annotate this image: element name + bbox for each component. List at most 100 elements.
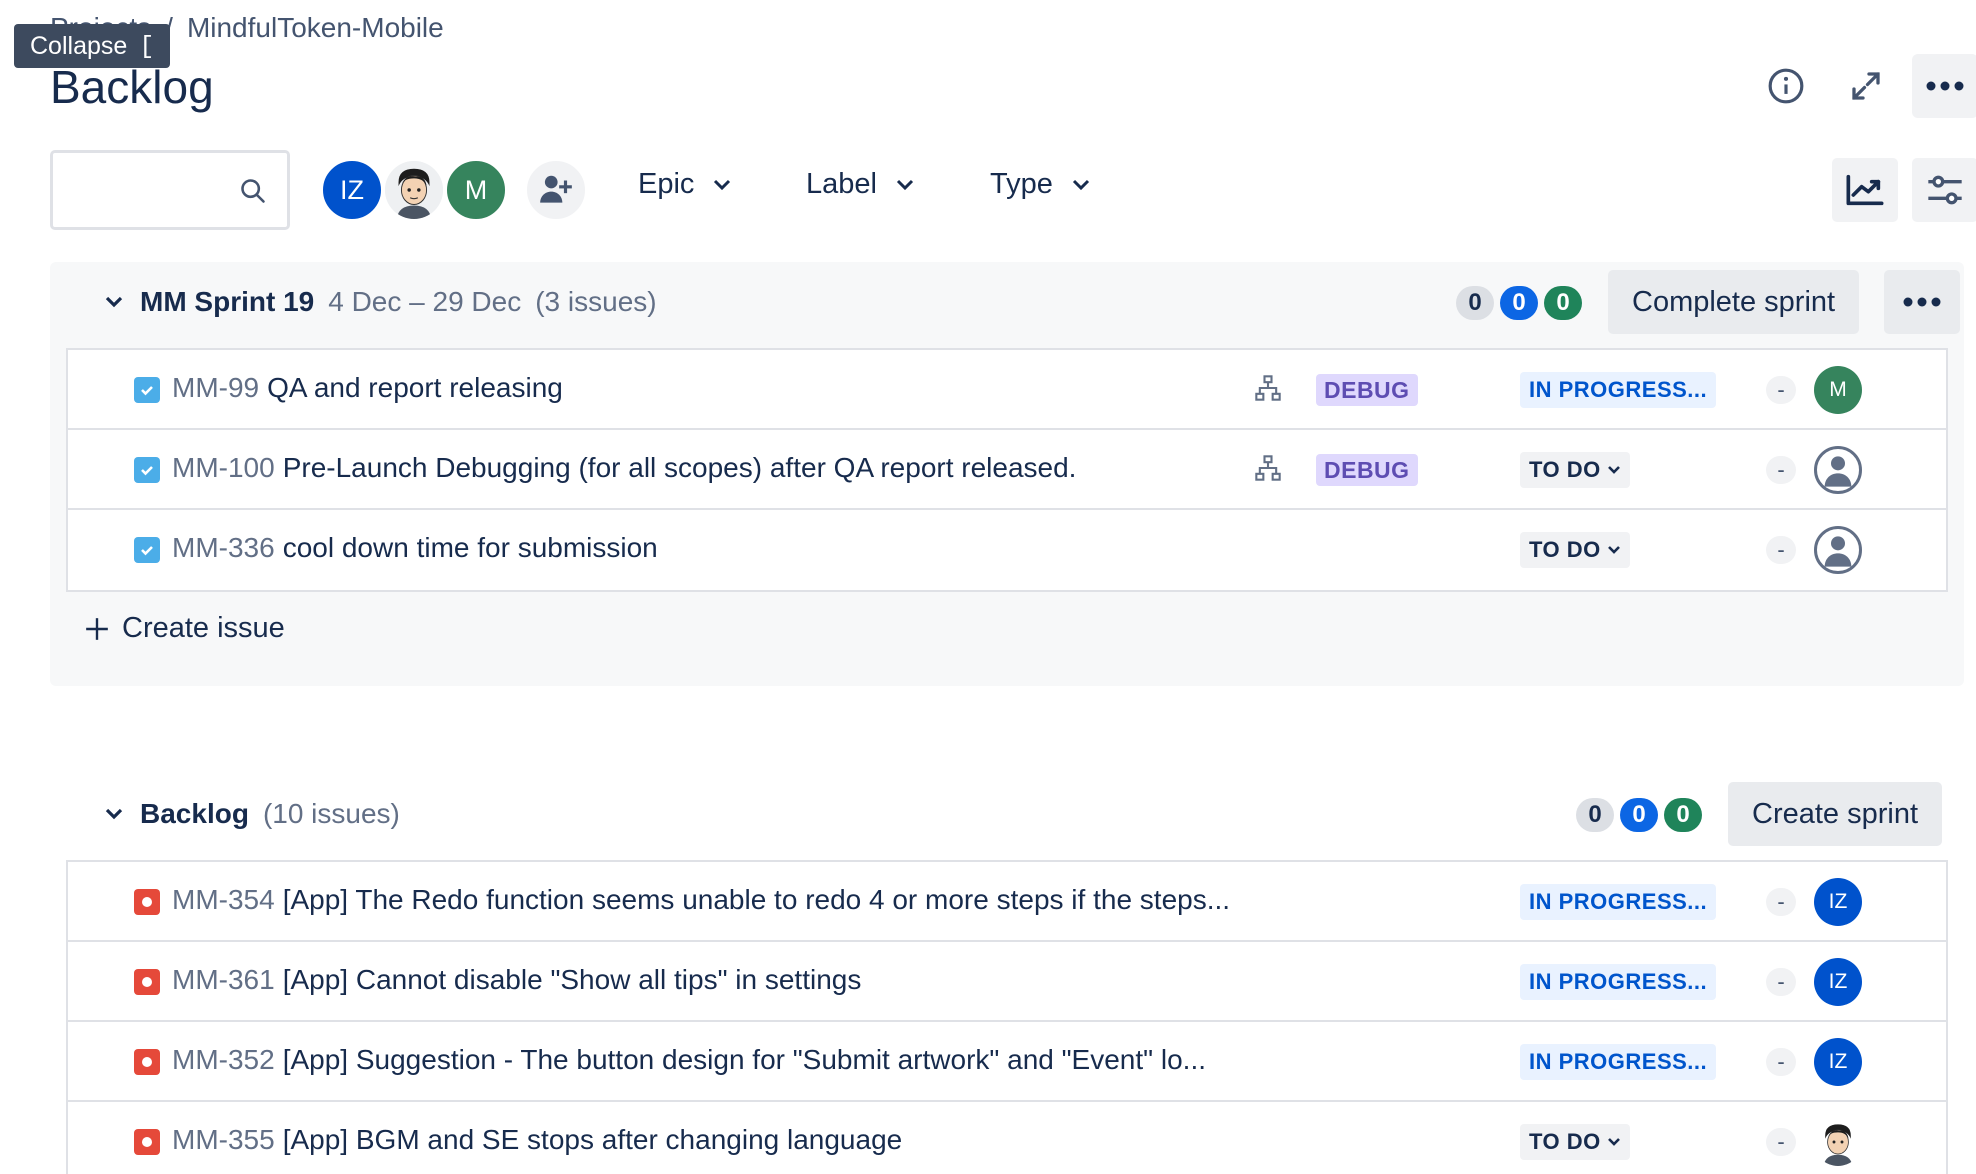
estimate-badge[interactable]: - [1766, 888, 1796, 916]
status-label: IN PROGRESS... [1529, 1049, 1708, 1074]
epic-lozenge[interactable]: DEBUG [1316, 454, 1418, 486]
issue-row[interactable]: MM-354 [App] The Redo function seems unab… [68, 862, 1946, 942]
fullscreen-button[interactable] [1836, 56, 1896, 116]
estimate-badge[interactable]: - [1766, 536, 1796, 564]
assignee-avatar[interactable]: IZ [1814, 878, 1862, 926]
issue-row[interactable]: MM-352 [App] Suggestion - The button desi… [68, 1022, 1946, 1102]
done-count-badge: 0 [1664, 798, 1702, 832]
todo-count-badge: 0 [1456, 286, 1494, 320]
backlog-header[interactable]: Backlog (10 issues) [102, 798, 400, 830]
info-button[interactable] [1756, 56, 1816, 116]
child-issues-icon[interactable] [1254, 374, 1282, 407]
in-progress-count-badge: 0 [1500, 286, 1538, 320]
issue-key[interactable]: MM-361 [172, 964, 275, 995]
create-sprint-button[interactable]: Create sprint [1728, 782, 1943, 846]
estimate-badge[interactable]: - [1766, 968, 1796, 996]
issue-title: [App] Cannot disable "Show all tips" in … [282, 964, 862, 995]
estimate-badge[interactable]: - [1766, 376, 1796, 404]
estimate-badge[interactable]: - [1766, 1128, 1796, 1156]
issue-row[interactable]: MM-336 cool down time for submission TO D… [68, 510, 1946, 590]
task-type-icon [134, 377, 160, 403]
status-dropdown[interactable]: IN PROGRESS... [1520, 372, 1717, 408]
tooltip-shortcut: [ [139, 31, 155, 61]
create-issue-label: Create issue [122, 612, 285, 644]
sprint-issue-list: MM-99 QA and report releasing DEBUG IN PR… [66, 348, 1948, 592]
view-settings-button[interactable] [1912, 158, 1976, 222]
in-progress-count-badge: 0 [1620, 798, 1658, 832]
status-dropdown[interactable]: IN PROGRESS... [1520, 964, 1717, 1000]
avatar-filter-m[interactable]: M [444, 158, 508, 222]
page-title: Backlog [50, 61, 214, 113]
user-photo-icon [385, 161, 443, 219]
person-icon [1824, 536, 1852, 567]
sprint-header[interactable]: MM Sprint 19 4 Dec – 29 Dec (3 issues) [102, 286, 657, 318]
backlog-name: Backlog [140, 798, 249, 829]
chevron-down-icon [714, 179, 731, 190]
chevron-down-icon [1072, 179, 1089, 190]
sprint-status-counts: 0 0 0 [1456, 286, 1582, 320]
issue-key[interactable]: MM-352 [172, 1044, 275, 1075]
assignee-avatar[interactable]: IZ [1814, 958, 1862, 1006]
more-actions-button[interactable] [1912, 54, 1976, 118]
sprint-dates: 4 Dec – 29 Dec [328, 286, 522, 317]
epic-lozenge[interactable]: DEBUG [1316, 374, 1418, 406]
type-filter-label: Type [990, 168, 1053, 200]
bug-type-icon [134, 969, 160, 995]
status-dropdown[interactable]: IN PROGRESS... [1520, 1044, 1717, 1080]
assignee-avatar[interactable] [1814, 1118, 1862, 1166]
user-photo-icon [1814, 1118, 1862, 1166]
tooltip-label: Collapse [30, 31, 128, 60]
label-filter-label: Label [806, 168, 877, 200]
issue-row[interactable]: MM-355 [App] BGM and SE stops after chang… [68, 1102, 1946, 1174]
insights-button[interactable] [1832, 158, 1898, 222]
epic-filter-dropdown[interactable]: Epic [638, 168, 732, 201]
info-icon [1768, 68, 1804, 104]
search-input[interactable] [50, 150, 290, 230]
plus-icon [86, 617, 108, 640]
issue-key[interactable]: MM-354 [172, 884, 275, 915]
sliders-icon [1928, 175, 1962, 205]
chevron-down-icon[interactable] [102, 802, 126, 826]
status-dropdown[interactable]: IN PROGRESS... [1520, 884, 1717, 920]
issue-title: [App] BGM and SE stops after changing la… [282, 1124, 903, 1155]
avatar-filter-photo[interactable] [382, 158, 446, 222]
add-person-icon [540, 175, 572, 203]
assignee-avatar[interactable]: M [1814, 366, 1862, 414]
todo-count-badge: 0 [1576, 798, 1614, 832]
type-filter-dropdown[interactable]: Type [990, 168, 1091, 201]
unassigned-avatar[interactable] [1814, 446, 1862, 494]
assignee-avatar[interactable]: IZ [1814, 1038, 1862, 1086]
sprint-issue-count: (3 issues) [535, 286, 657, 317]
sprint-more-button[interactable] [1884, 270, 1960, 334]
more-icon [1903, 297, 1941, 307]
status-dropdown[interactable]: TO DO [1520, 1124, 1630, 1160]
issue-key[interactable]: MM-99 [172, 372, 259, 403]
chevron-down-icon [1607, 1138, 1620, 1146]
issue-row[interactable]: MM-361 [App] Cannot disable "Show all tip… [68, 942, 1946, 1022]
bug-type-icon [134, 889, 160, 915]
chevron-down-icon [1607, 466, 1620, 474]
label-filter-dropdown[interactable]: Label [806, 168, 915, 201]
epic-filter-label: Epic [638, 168, 695, 200]
unassigned-avatar[interactable] [1814, 526, 1862, 574]
issue-row[interactable]: MM-100 Pre-Launch Debugging (for all scop… [68, 430, 1946, 510]
issue-title: [App] Suggestion - The button design for… [282, 1044, 1207, 1075]
create-issue-button[interactable]: Create issue [84, 612, 285, 645]
issue-row[interactable]: MM-99 QA and report releasing DEBUG IN PR… [68, 350, 1946, 430]
estimate-badge[interactable]: - [1766, 456, 1796, 484]
status-dropdown[interactable]: TO DO [1520, 532, 1630, 568]
issue-key[interactable]: MM-100 [172, 452, 275, 483]
add-people-button[interactable] [524, 158, 588, 222]
issue-key[interactable]: MM-355 [172, 1124, 275, 1155]
breadcrumb-project-link[interactable]: MindfulToken-Mobile [187, 12, 444, 44]
chevron-down-icon[interactable] [102, 290, 126, 314]
person-icon [1824, 456, 1852, 487]
avatar-filter-iz[interactable]: IZ [320, 158, 384, 222]
child-issues-icon[interactable] [1254, 454, 1282, 487]
status-label: IN PROGRESS... [1529, 969, 1708, 994]
estimate-badge[interactable]: - [1766, 1048, 1796, 1076]
issue-key[interactable]: MM-336 [172, 532, 275, 563]
status-dropdown[interactable]: TO DO [1520, 452, 1630, 488]
backlog-issue-list: MM-354 [App] The Redo function seems unab… [66, 860, 1948, 1174]
complete-sprint-button[interactable]: Complete sprint [1608, 270, 1860, 334]
